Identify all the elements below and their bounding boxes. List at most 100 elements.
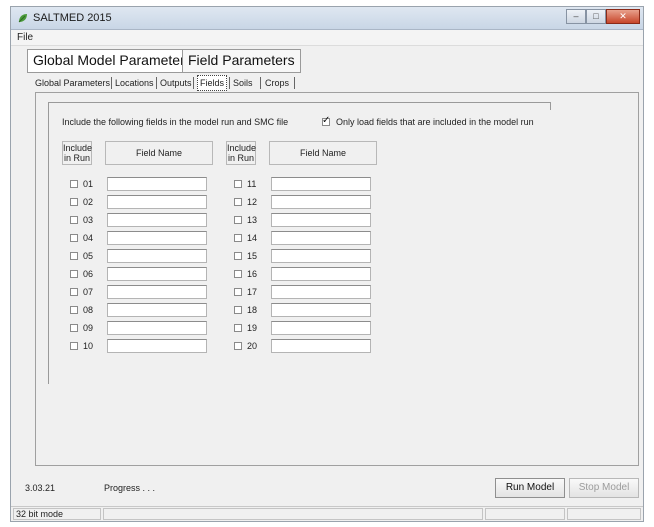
field-16-name-input[interactable] bbox=[271, 267, 371, 281]
saltmed-window: SALTMED 2015 – □ ✕ File Global Model Par… bbox=[10, 6, 644, 522]
window-title: SALTMED 2015 bbox=[33, 12, 112, 24]
field-18-name-input[interactable] bbox=[271, 303, 371, 317]
subtab-outputs[interactable]: Outputs bbox=[160, 76, 192, 90]
include-field-13-checkbox[interactable] bbox=[234, 216, 242, 224]
field-08-name-input[interactable] bbox=[107, 303, 207, 317]
field-06-name-input[interactable] bbox=[107, 267, 207, 281]
tab-separator bbox=[193, 77, 194, 89]
field-number-label: 09 bbox=[83, 323, 94, 333]
field-number-label: 15 bbox=[247, 251, 258, 261]
include-header-line2: in Run bbox=[63, 153, 90, 163]
title-bar[interactable]: SALTMED 2015 – □ ✕ bbox=[11, 7, 643, 30]
field-number-label: 11 bbox=[247, 179, 257, 189]
include-field-20-checkbox[interactable] bbox=[234, 342, 242, 350]
include-field-11-checkbox[interactable] bbox=[234, 180, 242, 188]
field-17-name-input[interactable] bbox=[271, 285, 371, 299]
subtab-global-parameters[interactable]: Global Parameters bbox=[35, 76, 110, 90]
field-number-label: 17 bbox=[247, 287, 258, 297]
close-button[interactable]: ✕ bbox=[606, 9, 640, 24]
field-02-name-input[interactable] bbox=[107, 195, 207, 209]
instruction-text: Include the following fields in the mode… bbox=[62, 117, 289, 127]
include-in-run-header: Include in Run bbox=[226, 141, 256, 165]
tab-separator bbox=[294, 77, 295, 89]
include-field-16-checkbox[interactable] bbox=[234, 270, 242, 278]
field-number-label: 16 bbox=[247, 269, 258, 279]
subtab-crops[interactable]: Crops bbox=[265, 76, 289, 90]
field-03-name-input[interactable] bbox=[107, 213, 207, 227]
field-number-label: 02 bbox=[83, 197, 94, 207]
bit-mode-label: 32 bit mode bbox=[13, 508, 101, 520]
include-header-line1: Include bbox=[227, 143, 257, 153]
tab-field-parameters[interactable]: Field Parameters bbox=[182, 49, 301, 73]
include-field-10-checkbox[interactable] bbox=[70, 342, 78, 350]
include-field-14-checkbox[interactable] bbox=[234, 234, 242, 242]
include-in-run-header: Include in Run bbox=[62, 141, 92, 165]
include-field-06-checkbox[interactable] bbox=[70, 270, 78, 278]
field-number-label: 08 bbox=[83, 305, 94, 315]
progress-label: Progress . . . bbox=[104, 483, 156, 493]
field-09-name-input[interactable] bbox=[107, 321, 207, 335]
field-number-label: 18 bbox=[247, 305, 258, 315]
field-number-label: 06 bbox=[83, 269, 94, 279]
run-model-button[interactable]: Run Model bbox=[495, 478, 565, 498]
subtab-soils[interactable]: Soils bbox=[233, 76, 253, 90]
field-number-label: 19 bbox=[247, 323, 258, 333]
fields-group-box: Include the following fields in the mode… bbox=[48, 102, 551, 384]
field-number-label: 01 bbox=[83, 179, 94, 189]
field-07-name-input[interactable] bbox=[107, 285, 207, 299]
include-field-18-checkbox[interactable] bbox=[234, 306, 242, 314]
field-number-label: 04 bbox=[83, 233, 94, 243]
status-cell bbox=[103, 508, 483, 520]
include-field-17-checkbox[interactable] bbox=[234, 288, 242, 296]
include-field-07-checkbox[interactable] bbox=[70, 288, 78, 296]
field-14-name-input[interactable] bbox=[271, 231, 371, 245]
field-number-label: 12 bbox=[247, 197, 258, 207]
field-10-name-input[interactable] bbox=[107, 339, 207, 353]
version-label: 3.03.21 bbox=[25, 483, 56, 493]
field-13-name-input[interactable] bbox=[271, 213, 371, 227]
field-number-label: 10 bbox=[83, 341, 94, 351]
field-19-name-input[interactable] bbox=[271, 321, 371, 335]
field-number-label: 05 bbox=[83, 251, 94, 261]
field-number-label: 13 bbox=[247, 215, 258, 225]
tab-separator bbox=[156, 77, 157, 89]
include-field-05-checkbox[interactable] bbox=[70, 252, 78, 260]
subtab-locations[interactable]: Locations bbox=[115, 76, 154, 90]
field-number-label: 20 bbox=[247, 341, 258, 351]
only-load-checkbox[interactable] bbox=[322, 115, 330, 126]
stop-model-button[interactable]: Stop Model bbox=[569, 478, 639, 498]
saltmed-leaf-icon bbox=[18, 14, 27, 23]
field-name-header: Field Name bbox=[269, 141, 377, 165]
menu-bar: File bbox=[11, 30, 643, 46]
menu-file[interactable]: File bbox=[17, 32, 33, 43]
include-field-02-checkbox[interactable] bbox=[70, 198, 78, 206]
include-field-09-checkbox[interactable] bbox=[70, 324, 78, 332]
include-field-04-checkbox[interactable] bbox=[70, 234, 78, 242]
field-15-name-input[interactable] bbox=[271, 249, 371, 263]
field-04-name-input[interactable] bbox=[107, 231, 207, 245]
fields-tab-panel: Include the following fields in the mode… bbox=[35, 92, 639, 466]
only-load-label: Only load fields that are included in th… bbox=[336, 117, 534, 127]
status-cell bbox=[567, 508, 641, 520]
include-field-12-checkbox[interactable] bbox=[234, 198, 242, 206]
field-name-header: Field Name bbox=[105, 141, 213, 165]
maximize-button[interactable]: □ bbox=[586, 9, 606, 24]
tab-global-model-parameters[interactable]: Global Model Parameters bbox=[27, 49, 198, 73]
field-number-label: 07 bbox=[83, 287, 94, 297]
minimize-button[interactable]: – bbox=[566, 9, 586, 24]
include-header-line2: in Run bbox=[227, 153, 254, 163]
include-field-01-checkbox[interactable] bbox=[70, 180, 78, 188]
field-11-name-input[interactable] bbox=[271, 177, 371, 191]
include-field-03-checkbox[interactable] bbox=[70, 216, 78, 224]
field-20-name-input[interactable] bbox=[271, 339, 371, 353]
status-cell bbox=[485, 508, 565, 520]
include-field-08-checkbox[interactable] bbox=[70, 306, 78, 314]
tab-separator bbox=[111, 77, 112, 89]
include-field-19-checkbox[interactable] bbox=[234, 324, 242, 332]
subtab-fields[interactable]: Fields bbox=[197, 75, 228, 91]
footer-row: 3.03.21 Progress . . . Run Model Stop Mo… bbox=[11, 478, 643, 504]
include-field-15-checkbox[interactable] bbox=[234, 252, 242, 260]
field-05-name-input[interactable] bbox=[107, 249, 207, 263]
field-01-name-input[interactable] bbox=[107, 177, 207, 191]
field-12-name-input[interactable] bbox=[271, 195, 371, 209]
